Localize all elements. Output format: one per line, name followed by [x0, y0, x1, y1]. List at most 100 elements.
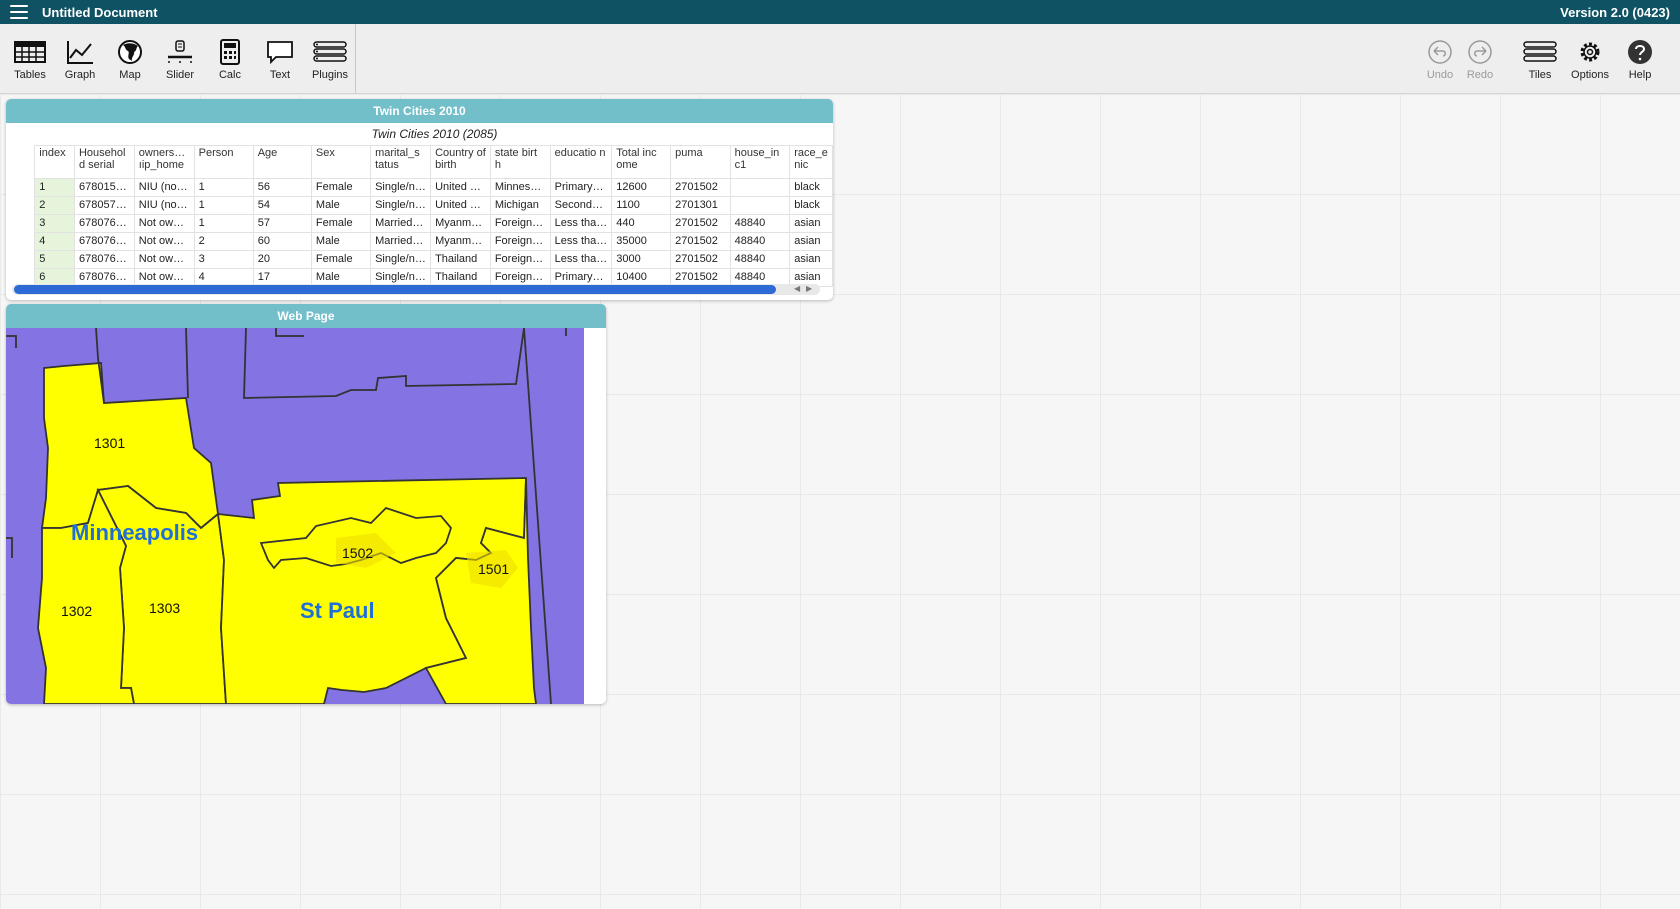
- table-cell[interactable]: Thailand: [430, 250, 491, 269]
- column-header[interactable]: puma: [670, 145, 731, 179]
- options-button[interactable]: Options: [1565, 38, 1615, 81]
- scrollbar-thumb[interactable]: [14, 285, 776, 294]
- table-cell[interactable]: Foreign…: [489, 214, 551, 233]
- column-header[interactable]: Age: [252, 145, 312, 179]
- row-gutter[interactable]: [6, 250, 35, 269]
- table-cell[interactable]: Not ow…: [133, 250, 195, 269]
- table-cell[interactable]: 1: [193, 196, 254, 215]
- table-cell[interactable]: 60: [252, 232, 312, 251]
- row-index-cell[interactable]: 2: [34, 196, 75, 215]
- table-cell[interactable]: Michigan: [489, 196, 551, 215]
- tables-tool-button[interactable]: Tables: [5, 38, 55, 81]
- table-cell[interactable]: Not ow…: [133, 232, 195, 251]
- table-cell[interactable]: Myanm…: [430, 232, 491, 251]
- table-cell[interactable]: NIU (no…: [133, 178, 195, 197]
- table-cell[interactable]: 48840: [729, 214, 791, 233]
- table-cell[interactable]: 2701502: [670, 178, 731, 197]
- web-page-tile-title[interactable]: Web Page: [6, 304, 606, 328]
- table-cell[interactable]: 1: [193, 214, 254, 233]
- table-cell[interactable]: 678076…: [73, 232, 135, 251]
- graph-tool-button[interactable]: Graph: [55, 38, 105, 81]
- table-cell[interactable]: Female: [310, 178, 372, 197]
- table-cell[interactable]: 678076…: [73, 250, 135, 269]
- table-cell[interactable]: Foreign…: [489, 250, 551, 269]
- scroll-right-icon[interactable]: ▶: [806, 284, 812, 293]
- table-cell[interactable]: 3000: [611, 250, 672, 269]
- table-cell[interactable]: Male: [310, 232, 372, 251]
- row-gutter[interactable]: [6, 232, 35, 251]
- table-cell[interactable]: Married…: [370, 232, 432, 251]
- table-cell[interactable]: 1100: [611, 196, 672, 215]
- table-cell[interactable]: Married…: [370, 214, 432, 233]
- table-cell[interactable]: Primary…: [549, 178, 613, 197]
- table-cell[interactable]: 440: [611, 214, 672, 233]
- table-cell[interactable]: 678076…: [73, 214, 135, 233]
- table-cell[interactable]: 54: [252, 196, 312, 215]
- table-row[interactable]: 4 678076… Not ow… 2 60 Male Married… Myanm… Fore…: [6, 232, 833, 251]
- table-cell[interactable]: black: [789, 178, 833, 197]
- table-cell[interactable]: Myanm…: [430, 214, 491, 233]
- table-cell[interactable]: 2701502: [670, 250, 731, 269]
- table-row[interactable]: 3 678076… Not ow… 1 57 Female Married… Myanm… Fo…: [6, 214, 833, 233]
- column-header[interactable]: Person: [193, 145, 254, 179]
- table-cell[interactable]: Female: [310, 214, 372, 233]
- table-cell[interactable]: Less tha…: [549, 214, 613, 233]
- slider-tool-button[interactable]: Slider: [155, 38, 205, 81]
- plugins-tool-button[interactable]: Plugins: [305, 38, 355, 81]
- row-index-cell[interactable]: 1: [34, 178, 75, 197]
- table-row[interactable]: 1 678015… NIU (no… 1 56 Female Single/n… United…: [6, 178, 833, 197]
- table-cell[interactable]: 2701502: [670, 232, 731, 251]
- column-header[interactable]: educatio n: [549, 145, 613, 179]
- table-cell[interactable]: 1: [193, 178, 254, 197]
- help-button[interactable]: Help: [1615, 38, 1665, 81]
- column-header[interactable]: state birt h: [489, 145, 551, 179]
- table-cell[interactable]: 35000: [611, 232, 672, 251]
- tiles-button[interactable]: Tiles: [1515, 38, 1565, 81]
- column-header[interactable]: Househol d serial: [73, 145, 135, 179]
- table-cell[interactable]: black: [789, 196, 833, 215]
- map-tool-button[interactable]: Map: [105, 38, 155, 81]
- table-cell[interactable]: 57: [252, 214, 312, 233]
- table-cell[interactable]: 2: [193, 232, 254, 251]
- text-tool-button[interactable]: Text: [255, 38, 305, 81]
- table-cell[interactable]: asian: [789, 214, 833, 233]
- table-cell[interactable]: 48840: [729, 232, 791, 251]
- table-cell[interactable]: Less tha…: [549, 232, 613, 251]
- table-cell[interactable]: Not ow…: [133, 214, 195, 233]
- table-cell[interactable]: [729, 178, 791, 197]
- table-cell[interactable]: United …: [430, 196, 491, 215]
- table-cell[interactable]: Female: [310, 250, 372, 269]
- table-cell[interactable]: asian: [789, 250, 833, 269]
- row-gutter[interactable]: [6, 214, 35, 233]
- row-index-cell[interactable]: 3: [34, 214, 75, 233]
- table-cell[interactable]: 48840: [729, 250, 791, 269]
- table-cell[interactable]: asian: [789, 232, 833, 251]
- table-cell[interactable]: 3: [193, 250, 254, 269]
- table-cell[interactable]: 56: [252, 178, 312, 197]
- column-header[interactable]: race_e nic: [789, 145, 833, 179]
- table-cell[interactable]: 678057…: [73, 196, 135, 215]
- column-header[interactable]: marital_s tatus: [370, 145, 432, 179]
- column-header[interactable]: owners… ıip_home: [133, 145, 195, 179]
- table-cell[interactable]: Single/n…: [370, 196, 432, 215]
- table-cell[interactable]: NIU (no…: [133, 196, 195, 215]
- table-cell[interactable]: 20: [252, 250, 312, 269]
- column-header[interactable]: Sex: [310, 145, 372, 179]
- row-index-cell[interactable]: 5: [34, 250, 75, 269]
- column-header[interactable]: index: [34, 145, 75, 179]
- table-cell[interactable]: Less tha…: [549, 250, 613, 269]
- table-cell[interactable]: Foreign…: [489, 232, 551, 251]
- scroll-left-icon[interactable]: ◀: [794, 284, 800, 293]
- table-cell[interactable]: United …: [430, 178, 491, 197]
- table-cell[interactable]: Single/n…: [370, 178, 432, 197]
- table-cell[interactable]: 2701301: [670, 196, 731, 215]
- table-cell[interactable]: 678015…: [73, 178, 135, 197]
- table-cell[interactable]: 12600: [611, 178, 672, 197]
- table-cell[interactable]: 2701502: [670, 214, 731, 233]
- table-row[interactable]: 5 678076… Not ow… 3 20 Female Single/n… Thailan…: [6, 250, 833, 269]
- row-gutter[interactable]: [6, 178, 35, 197]
- menu-icon[interactable]: [10, 5, 28, 19]
- document-title[interactable]: Untitled Document: [42, 5, 158, 20]
- table-cell[interactable]: Single/n…: [370, 250, 432, 269]
- column-header[interactable]: house_in c1: [729, 145, 791, 179]
